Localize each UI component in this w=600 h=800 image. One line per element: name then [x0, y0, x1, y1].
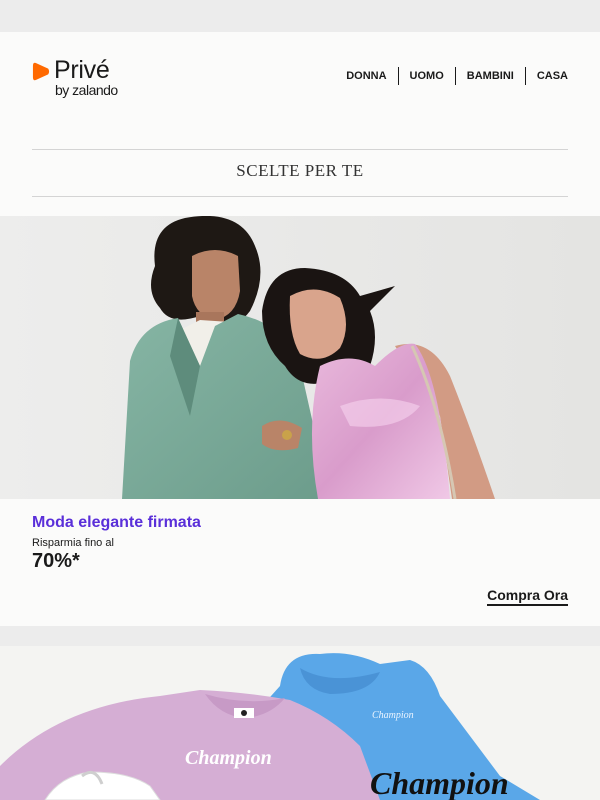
nav-bambini[interactable]: BAMBINI	[454, 67, 525, 85]
product-photo: Champion Champion Champion	[0, 646, 600, 800]
sweater-print: Champion	[185, 747, 272, 769]
promo-discount: 70%*	[32, 550, 80, 572]
promo-text: Moda elegante firmata Risparmia fino al …	[32, 514, 568, 573]
nav-casa[interactable]: CASA	[524, 67, 568, 85]
top-nav: DONNA UOMO BAMBINI CASA	[335, 67, 568, 85]
logo-subtitle: by zalando	[55, 82, 118, 98]
promo-title: Moda elegante firmata	[32, 514, 201, 531]
nav-donna[interactable]: DONNA	[335, 67, 397, 85]
section-title: SCELTE PER TE	[236, 161, 364, 180]
product-banner[interactable]: Champion Champion Champion	[0, 646, 600, 800]
header: Privé by zalando DONNA UOMO BAMBINI CASA	[32, 56, 568, 104]
play-icon	[32, 62, 50, 81]
shop-now-link[interactable]: Compra Ora	[487, 587, 568, 606]
hoodie-print: Champion	[372, 710, 414, 721]
email-card: Privé by zalando DONNA UOMO BAMBINI CASA…	[0, 32, 600, 626]
hero-photo	[0, 216, 600, 499]
divider-top	[32, 149, 568, 150]
hero-image[interactable]	[0, 216, 600, 499]
logo-wordmark: Privé	[54, 56, 110, 84]
promo-subtitle: Risparmia fino al	[32, 537, 114, 549]
nav-uomo[interactable]: UOMO	[397, 67, 455, 85]
divider-bottom	[32, 196, 568, 197]
champion-logo: Champion	[370, 765, 509, 800]
